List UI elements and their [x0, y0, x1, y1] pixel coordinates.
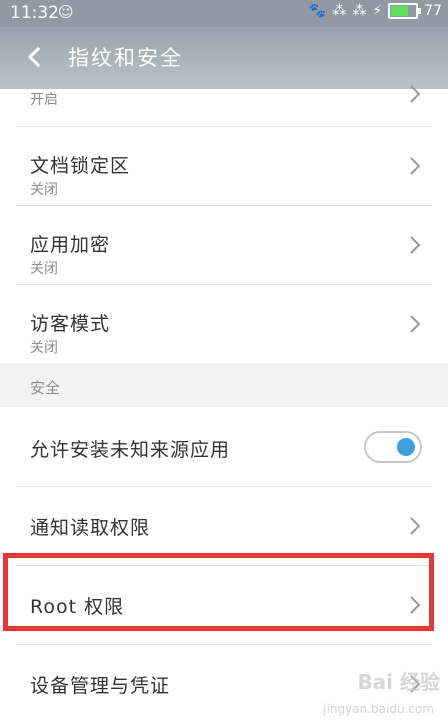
list-item-label: 文档锁定区: [30, 155, 131, 177]
highlight-box: [3, 553, 434, 631]
status-time: 11:32: [10, 3, 59, 23]
chevron-right-icon: [410, 315, 421, 333]
list-item-app-encrypt[interactable]: 应用加密 关闭: [0, 206, 448, 285]
chevron-right-icon: [410, 85, 421, 103]
list-item-label: 应用加密: [30, 234, 111, 256]
list-item-status: 关闭: [30, 182, 58, 198]
unknown-sources-toggle[interactable]: [364, 431, 422, 463]
list-item-label: 访客模式: [30, 313, 111, 335]
section-title: 安全: [30, 379, 61, 397]
charging-icon: ⚡: [372, 3, 383, 19]
list-item-guest-mode[interactable]: 访客模式 关闭: [0, 285, 448, 363]
paw-icon: 🐾: [308, 3, 327, 19]
chevron-right-icon: [410, 157, 421, 175]
list-item-partial[interactable]: 开启: [0, 85, 448, 127]
list-item-label: 允许安装未知来源应用: [30, 439, 231, 461]
list-item-status: 开启: [30, 92, 58, 108]
wifi-icon: ⁂: [352, 3, 367, 19]
list-item-document-lock[interactable]: 文档锁定区 关闭: [0, 127, 448, 206]
battery-percent: 77: [424, 3, 442, 19]
list-item-label: 通知读取权限: [30, 517, 151, 539]
chevron-right-icon: [410, 517, 421, 535]
watermark-url: jingyan.baidu.com: [323, 702, 434, 716]
list-item-status: 关闭: [30, 340, 58, 356]
list-item-unknown-sources[interactable]: 允许安装未知来源应用: [0, 407, 448, 487]
battery-icon: [388, 3, 422, 19]
header: 指纹和安全: [0, 27, 448, 89]
status-bar: 11:32 ☺ 🐾 ⁂ ⁂ ⚡ 77: [0, 0, 448, 27]
status-icons: 🐾 ⁂ ⁂ ⚡ 77: [309, 3, 442, 19]
notification-icon: ☺: [58, 3, 74, 21]
signal-icon: ⁂: [332, 3, 347, 19]
list-item-label: 设备管理与凭证: [30, 675, 171, 697]
watermark-logo: Bai 经验: [357, 670, 440, 694]
toggle-knob: [397, 438, 415, 456]
battery-fill: [391, 6, 409, 16]
list-item-status: 关闭: [30, 261, 58, 277]
page-title: 指纹和安全: [68, 46, 183, 70]
chevron-left-icon[interactable]: [20, 42, 50, 72]
chevron-right-icon: [410, 236, 421, 254]
section-header-security: 安全: [0, 363, 448, 407]
